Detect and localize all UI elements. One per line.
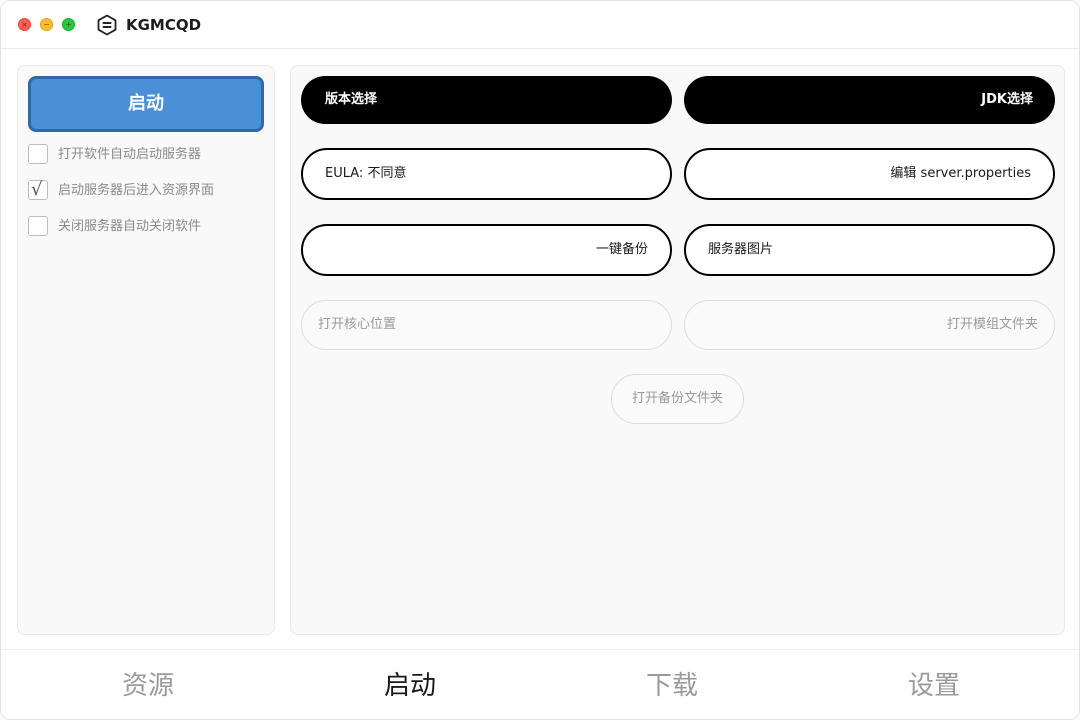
open-backup-folder-button[interactable]: 打开备份文件夹 [611, 374, 744, 424]
minimize-icon: − [43, 20, 50, 29]
server-icon-label: 服务器图片 [708, 242, 774, 257]
jdk-select-button[interactable]: JDK选择 [684, 76, 1055, 124]
checkmark-icon: √ [31, 179, 43, 200]
app-logo-icon [97, 14, 117, 36]
version-select-button[interactable]: 版本选择 [301, 76, 672, 124]
open-resources-label: 启动服务器后进入资源界面 [58, 183, 215, 198]
launch-sidebar: 启动 打开软件自动启动服务器 √ 启动服务器后进入资源界面 关闭服务器自动关闭软… [17, 65, 275, 635]
edit-properties-button[interactable]: 编辑 server.properties [684, 148, 1055, 200]
open-resources-checkbox[interactable]: √ [28, 179, 48, 200]
auto-start-label: 打开软件自动启动服务器 [58, 147, 202, 162]
app-title: KGMCQD [126, 16, 202, 34]
tab-resources[interactable]: 资源 [88, 668, 208, 704]
auto-start-checkbox[interactable] [28, 144, 48, 164]
auto-close-checkbox[interactable] [28, 216, 48, 236]
tab-launch[interactable]: 启动 [350, 668, 470, 704]
maximize-window-button[interactable]: + [62, 18, 75, 31]
close-icon: × [21, 20, 28, 29]
tab-settings[interactable]: 设置 [874, 668, 994, 704]
open-core-location-button[interactable]: 打开核心位置 [301, 300, 672, 350]
server-icon-button[interactable]: 服务器图片 [684, 224, 1055, 276]
edit-properties-label: 编辑 server.properties [890, 166, 1031, 181]
open-core-location-label: 打开核心位置 [318, 317, 397, 332]
open-resources-option[interactable]: √ 启动服务器后进入资源界面 [28, 179, 264, 202]
auto-close-option[interactable]: 关闭服务器自动关闭软件 [28, 216, 264, 238]
one-click-backup-button[interactable]: 一键备份 [301, 224, 672, 276]
open-mods-folder-label: 打开模组文件夹 [946, 317, 1038, 332]
one-click-backup-label: 一键备份 [595, 242, 648, 257]
bottom-nav: 资源 启动 下载 设置 [1, 649, 1079, 719]
app-window: × − + KGMCQD 启动 打开软件自动启动服务器 √ 启动服务器后进入资源… [0, 0, 1080, 720]
launch-actions-panel: 版本选择 JDK选择 EULA: 不同意 编辑 server.propertie… [290, 65, 1065, 635]
eula-label: EULA: 不同意 [325, 166, 407, 181]
minimize-window-button[interactable]: − [40, 18, 53, 31]
eula-button[interactable]: EULA: 不同意 [301, 148, 672, 200]
title-bar[interactable]: × − + KGMCQD [1, 1, 1079, 49]
start-server-button[interactable]: 启动 [28, 76, 264, 132]
version-select-label: 版本选择 [325, 92, 378, 107]
tab-download[interactable]: 下载 [612, 668, 732, 704]
open-mods-folder-button[interactable]: 打开模组文件夹 [684, 300, 1055, 350]
close-window-button[interactable]: × [18, 18, 31, 31]
maximize-icon: + [65, 20, 72, 29]
auto-close-label: 关闭服务器自动关闭软件 [58, 219, 202, 234]
auto-start-option[interactable]: 打开软件自动启动服务器 [28, 144, 264, 166]
jdk-select-label: JDK选择 [981, 92, 1033, 107]
